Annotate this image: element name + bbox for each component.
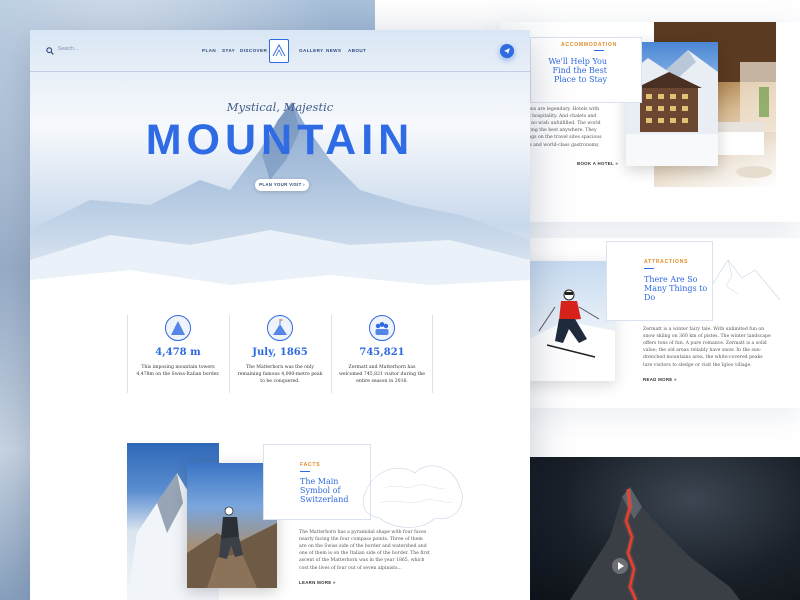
nav-plan[interactable]: PLAN — [202, 48, 216, 53]
facts-text: The Matterhorn has a pyramidal shape wit… — [299, 530, 430, 571]
title-accent-line — [300, 471, 310, 472]
attractions-title: There Are So Many Things to Do — [644, 275, 708, 303]
facts-eyebrow: FACTS — [300, 462, 321, 468]
stat-description: The Matterhorn was the only remaining fa… — [237, 365, 323, 384]
mountain-icon — [165, 315, 191, 341]
search-input[interactable]: Search... — [58, 46, 78, 52]
hero-subtitle: Mystical, Majestic — [226, 100, 334, 114]
stat-value: July, 1865 — [252, 347, 308, 358]
play-icon — [618, 562, 624, 570]
attractions-title-box: ATTRACTIONS There Are So Many Things to … — [606, 241, 713, 321]
flag-summit-icon — [267, 315, 293, 341]
main-page: Search... PLAN STAY DISCOVER GALLERY NEW… — [30, 30, 530, 600]
accommodation-text: ations are legendary. Hotels with and ho… — [522, 107, 602, 148]
skier-photo — [525, 261, 615, 381]
attractions-text: Zermatt is a winter fairy tale. With unl… — [643, 327, 771, 368]
nav-stay[interactable]: STAY — [222, 48, 235, 53]
attractions-eyebrow: ATTRACTIONS — [644, 259, 689, 265]
send-button[interactable] — [500, 44, 514, 58]
site-logo[interactable] — [269, 39, 289, 63]
read-more-link[interactable]: READ MORE » — [643, 377, 677, 382]
accommodation-title-box: ACCOMMODATION We'll Help You Find the Be… — [530, 37, 642, 103]
stat-visitors: 745,821 Zermatt and Matterhorn has welco… — [331, 315, 433, 393]
title-accent-line — [594, 50, 604, 51]
visitors-icon — [369, 315, 395, 341]
play-button[interactable] — [612, 558, 628, 574]
switzerland-map-illustration — [362, 465, 463, 528]
matterhorn-illustration — [30, 102, 530, 310]
search-icon[interactable] — [46, 47, 54, 55]
stat-value: 4,478 m — [155, 347, 201, 358]
nav-discover[interactable]: DISCOVER — [240, 48, 267, 53]
accommodation-title: We'll Help You Find the Best Place to St… — [548, 57, 607, 85]
night-mountain-video[interactable] — [530, 457, 800, 600]
nav-news[interactable]: NEWS — [326, 48, 341, 53]
book-hotel-link[interactable]: BOOK A HOTEL » — [577, 161, 618, 166]
stat-value: 745,821 — [359, 347, 405, 358]
hero-title: MOUNTAIN — [145, 116, 415, 164]
top-navigation: Search... PLAN STAY DISCOVER GALLERY NEW… — [30, 30, 530, 72]
nav-about[interactable]: ABOUT — [348, 48, 366, 53]
stats-row: 4,478 m This imposing mountain towers 4,… — [127, 315, 433, 393]
facts-title: The Main Symbol of Switzerland — [300, 477, 349, 505]
paper-plane-icon — [504, 48, 510, 54]
stat-first-ascent: July, 1865 The Matterhorn was the only r… — [229, 315, 331, 393]
stat-description: Zermatt and Matterhorn has welcomed 745,… — [339, 365, 425, 384]
hero-section: Search... PLAN STAY DISCOVER GALLERY NEW… — [30, 30, 530, 310]
learn-more-link[interactable]: LEARN MORE » — [299, 580, 336, 585]
title-accent-line — [644, 268, 654, 269]
mountain-logo-icon — [272, 43, 286, 57]
stat-description: This imposing mountain towers 4,478m on … — [136, 365, 220, 377]
facts-title-box: FACTS The Main Symbol of Switzerland — [263, 444, 371, 520]
accommodation-eyebrow: ACCOMMODATION — [561, 42, 618, 48]
stat-height: 4,478 m This imposing mountain towers 4,… — [127, 315, 229, 393]
nav-gallery[interactable]: GALLERY — [299, 48, 324, 53]
plan-visit-button[interactable]: PLAN YOUR VISIT › — [255, 179, 309, 191]
